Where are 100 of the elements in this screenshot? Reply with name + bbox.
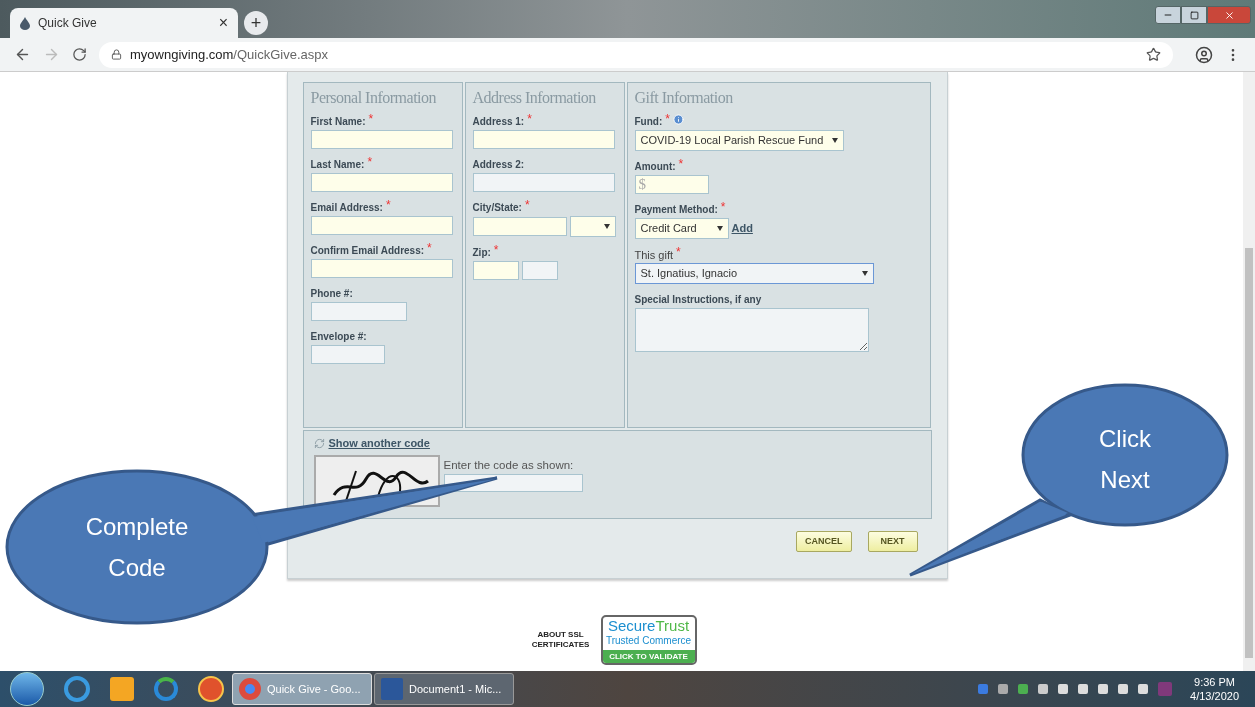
field-label: Payment Method: <box>634 203 718 217</box>
input-field[interactable] <box>310 173 453 192</box>
securetrust-seal[interactable]: SecureTrust Trusted Commerce CLICK TO VALIDATE <box>600 615 697 665</box>
browser-tab[interactable]: Quick Give × <box>10 8 238 38</box>
address-bar[interactable]: myowngiving.com/QuickGive.aspx <box>99 41 1173 68</box>
required-asterisk: * <box>427 242 432 254</box>
window-title: Quick Give - Goo... <box>267 681 361 697</box>
show-another-code-link[interactable]: Show another code <box>328 435 430 452</box>
required-asterisk: * <box>720 201 726 213</box>
input-field[interactable] <box>310 345 385 364</box>
field-label: Address 1: <box>472 115 525 129</box>
input-field[interactable] <box>472 217 567 236</box>
start-button[interactable] <box>10 672 44 706</box>
info-icon[interactable] <box>672 114 684 125</box>
select-field[interactable]: Credit Card <box>634 218 729 239</box>
close-tab-button[interactable]: × <box>218 11 228 35</box>
taskbar-window[interactable]: Document1 - Mic... <box>374 673 514 705</box>
field-label: Fund: <box>634 115 663 129</box>
section-title: Gift Information <box>634 88 734 108</box>
input-field[interactable] <box>310 216 453 235</box>
add-link[interactable]: Add <box>731 220 753 237</box>
profile-icon[interactable] <box>1195 45 1213 64</box>
field-label: City/State: <box>472 201 522 215</box>
forward-icon[interactable] <box>43 46 60 63</box>
ssl-about-link[interactable]: ABOUT SSL CERTIFICATES <box>524 630 597 650</box>
input-field[interactable] <box>472 173 615 192</box>
section-title: Personal Information <box>310 88 438 108</box>
flame-icon <box>20 16 30 30</box>
captcha-prompt: Enter the code as shown: <box>443 457 575 473</box>
form-button[interactable]: NEXT <box>867 531 918 552</box>
seal-validate: CLICK TO VALIDATE <box>602 650 695 663</box>
required-asterisk: * <box>368 113 374 125</box>
required-asterisk: * <box>367 156 373 168</box>
scroll-thumb[interactable] <box>1245 248 1253 658</box>
tray-icon[interactable] <box>1118 684 1129 694</box>
required-asterisk: * <box>678 158 684 170</box>
instructions-field[interactable] <box>634 308 869 352</box>
app-icon[interactable] <box>198 676 224 702</box>
browser-icon[interactable] <box>64 676 90 702</box>
callout-text: Complete Code <box>84 512 190 583</box>
required-asterisk: * <box>665 113 670 125</box>
tray-icon[interactable] <box>1138 684 1149 694</box>
form-button[interactable]: CANCEL <box>796 531 852 552</box>
maximize-button[interactable] <box>1181 6 1207 24</box>
input-field[interactable]: $ <box>634 175 709 194</box>
minimize-button[interactable] <box>1155 6 1181 24</box>
window-title: Document1 - Mic... <box>409 681 502 697</box>
required-asterisk: * <box>493 244 499 256</box>
field-label: Envelope #: <box>310 330 367 344</box>
input-field[interactable] <box>310 259 453 278</box>
tray-icon[interactable] <box>998 684 1009 694</box>
input-field[interactable] <box>310 302 407 321</box>
select-field[interactable] <box>569 216 616 237</box>
bookmark-star-icon[interactable] <box>1146 47 1161 62</box>
clock-date: 4/13/2020 <box>1190 689 1239 703</box>
refresh-icon[interactable] <box>313 437 325 449</box>
field-label: This gift <box>634 248 673 262</box>
field-label: Last Name: <box>310 158 365 172</box>
field-label: Phone #: <box>310 287 353 301</box>
input-field[interactable] <box>472 130 615 149</box>
close-icon <box>1223 9 1235 21</box>
sync-icon[interactable] <box>154 677 178 701</box>
required-asterisk: * <box>385 199 391 211</box>
tray-icon[interactable] <box>1038 684 1049 694</box>
tray-icon[interactable] <box>1078 684 1089 694</box>
word-icon <box>381 678 403 700</box>
caret-icon <box>861 271 868 276</box>
required-asterisk: * <box>527 113 532 125</box>
tab-title: Quick Give <box>38 15 98 32</box>
field-label: Email Address: <box>310 201 383 215</box>
lock-icon <box>111 49 122 60</box>
callout-text: Click Next <box>1098 424 1152 495</box>
scrollbar[interactable] <box>1243 72 1255 673</box>
input-field[interactable] <box>310 130 453 149</box>
field-label: First Name: <box>310 115 366 129</box>
select-field[interactable]: St. Ignatius, Ignacio <box>634 263 874 284</box>
select-field[interactable]: COVID-19 Local Parish Rescue Fund <box>634 130 844 151</box>
field-label: Confirm Email Address: <box>310 244 425 258</box>
field-label: Zip: <box>472 246 491 260</box>
reload-icon[interactable] <box>72 47 87 62</box>
required-asterisk: * <box>524 199 530 211</box>
tray-icon[interactable] <box>1098 684 1109 694</box>
maximize-icon <box>1189 10 1199 20</box>
clock-time: 9:36 PM <box>1194 675 1235 689</box>
caret-icon <box>831 138 838 143</box>
section-title: Address Information <box>472 88 597 108</box>
input-field[interactable] <box>472 261 519 280</box>
new-tab-button[interactable]: + <box>244 11 268 35</box>
field-label: Address 2: <box>472 158 525 172</box>
tray-icon[interactable] <box>1018 684 1029 694</box>
url-text: myowngiving.com/QuickGive.aspx <box>130 45 329 64</box>
field-label: Special Instructions, if any <box>634 293 762 307</box>
field-label: Amount: <box>634 160 676 174</box>
back-icon[interactable] <box>14 46 31 63</box>
required-asterisk: * <box>676 246 681 258</box>
caret-icon <box>716 226 723 231</box>
caret-icon <box>603 224 610 229</box>
seal-tagline: Trusted Commerce <box>605 634 692 647</box>
tray-icon[interactable] <box>1058 684 1069 694</box>
input-field[interactable] <box>521 261 558 280</box>
